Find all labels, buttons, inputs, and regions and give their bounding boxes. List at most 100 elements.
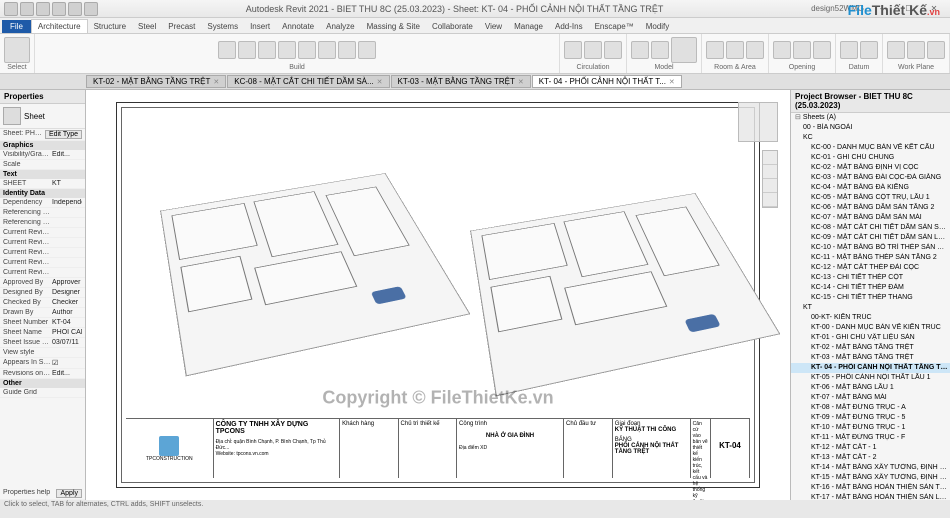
tab-analyze[interactable]: Analyze [320, 20, 360, 33]
qat-save-icon[interactable] [36, 2, 50, 16]
tree-item[interactable]: KC-06 - MẶT BẰNG DẦM SÀN TẦNG 2 [791, 203, 950, 213]
property-row[interactable]: Current Revisio... [0, 228, 85, 238]
property-row[interactable]: SHEETKT [0, 179, 85, 189]
tree-item[interactable]: KC-10 - MẶT BẰNG BỐ TRÍ THÉP SÀN TẦNG 1 [791, 243, 950, 253]
tab-collaborate[interactable]: Collaborate [426, 20, 479, 33]
tree-item[interactable]: 00 - BÌA NGOÀI [791, 123, 950, 133]
tree-item[interactable]: KT-16 - MẶT BẰNG HOÀN THIỆN SÀN TẦNG TRỆ… [791, 483, 950, 493]
property-row[interactable]: Appears In Shee...☑ [0, 358, 85, 369]
tree-item[interactable]: KC-13 - CHI TIẾT THÉP CỘT [791, 273, 950, 283]
tab-systems[interactable]: Systems [201, 20, 244, 33]
pan-icon[interactable] [763, 165, 777, 179]
property-row[interactable]: Scale [0, 160, 85, 170]
model-line-button[interactable] [651, 41, 669, 59]
tab-architecture[interactable]: Architecture [31, 19, 88, 33]
section-graphics[interactable]: Graphics [0, 141, 85, 150]
tree-item[interactable]: KT- 04 - PHỐI CẢNH NỘI THẤT TẦNG TRỆT [791, 363, 950, 373]
modify-button[interactable] [4, 37, 30, 63]
property-row[interactable]: Current Revisio... [0, 258, 85, 268]
tree-item[interactable]: KT-02 - MẶT BẰNG TẦNG TRỆT [791, 343, 950, 353]
property-row[interactable]: Drawn ByAuthor [0, 308, 85, 318]
edit-type-button[interactable]: Edit Type [45, 130, 82, 139]
ramp-button[interactable] [584, 41, 602, 59]
tree-item[interactable]: KT-15 - MẶT BẰNG XÂY TƯỜNG, ĐỊNH VỊ CỦA … [791, 473, 950, 483]
zoom-icon[interactable] [763, 179, 777, 193]
tree-item[interactable]: KC-05 - MẶT BẰNG CỘT TRỤ, LẦU 1 [791, 193, 950, 203]
tree-item[interactable]: KC-04 - MẶT BẰNG ĐÁ KIẾNG [791, 183, 950, 193]
tab-view[interactable]: View [479, 20, 508, 33]
section-other[interactable]: Other [0, 379, 85, 388]
tree-item[interactable]: KC-01 - GHI CHÚ CHUNG [791, 153, 950, 163]
tab-steel[interactable]: Steel [132, 20, 162, 33]
grid-button[interactable] [860, 41, 878, 59]
tree-item[interactable]: KC-07 - MẶT BẰNG DẦM SÀN MÁI [791, 213, 950, 223]
shaft-button[interactable] [793, 41, 811, 59]
floor-button[interactable] [358, 41, 376, 59]
ref-plane-button[interactable] [927, 41, 945, 59]
section-identity[interactable]: Identity Data [0, 189, 85, 198]
drawing-canvas[interactable]: TPCONSTRUCTION CÔNG TY TNHH XÂY DỰNG TPC… [86, 90, 790, 500]
tree-item[interactable]: KT-08 - MẶT ĐỨNG TRỤC - A [791, 403, 950, 413]
model-group-button[interactable] [671, 37, 697, 63]
wall-opening-button[interactable] [813, 41, 831, 59]
expander-icon[interactable]: ⊟ [795, 114, 801, 121]
qat-print-icon[interactable] [84, 2, 98, 16]
property-row[interactable]: Sheet NumberKT-04 [0, 318, 85, 328]
doc-tab[interactable]: KC-08 - MẶT CẮT CHI TIẾT DẦM SÀ...✕ [227, 75, 389, 88]
tree-item[interactable]: KC-11 - MẶT BẰNG THÉP SÀN TẦNG 2 [791, 253, 950, 263]
property-row[interactable]: Current Revisio... [0, 238, 85, 248]
property-row[interactable]: Referencing She... [0, 208, 85, 218]
tree-item[interactable]: KT-13 - MẶT CẮT - 2 [791, 453, 950, 463]
tree-item[interactable]: KC-03 - MẶT BẰNG ĐÁI CỌC-ĐÁ GIẰNG [791, 173, 950, 183]
file-tab[interactable]: File [2, 20, 31, 33]
model-text-button[interactable] [631, 41, 649, 59]
orbit-icon[interactable] [763, 193, 777, 207]
tree-item[interactable]: KC-02 - MẶT BẰNG ĐỊNH VỊ CỌC [791, 163, 950, 173]
tree-item[interactable]: KC-08 - MẶT CẮT CHI TIẾT DẦM SÀN SÀN MÁI… [791, 223, 950, 233]
area-button[interactable] [726, 41, 744, 59]
door-button[interactable] [238, 41, 256, 59]
property-row[interactable]: Guide Grid [0, 388, 85, 398]
stair-button[interactable] [604, 41, 622, 59]
level-button[interactable] [840, 41, 858, 59]
tree-item[interactable]: KT [791, 303, 950, 313]
tree-item[interactable]: KT-10 - MẶT ĐỨNG TRỤC - 1 [791, 423, 950, 433]
tree-item[interactable]: KT-01 - GHI CHÚ VẬT LIỆU SÀN [791, 333, 950, 343]
floorplan-view-2[interactable] [470, 193, 780, 396]
qat-undo-icon[interactable] [52, 2, 66, 16]
tree-item[interactable]: KT-06 - MẶT BẰNG LẦU 1 [791, 383, 950, 393]
property-row[interactable]: Visibility/Graphi...Edit... [0, 150, 85, 160]
tree-item[interactable]: KC-12 - MẶT CẮT THÉP ĐÀI CỌC [791, 263, 950, 273]
tree-item[interactable]: KC-14 - CHI TIẾT THÉP ĐÀM [791, 283, 950, 293]
tab-massing[interactable]: Massing & Site [361, 20, 426, 33]
tab-enscape[interactable]: Enscape™ [589, 20, 640, 33]
room-button[interactable] [706, 41, 724, 59]
tree-item[interactable]: KT-07 - MẶT BẰNG MÁI [791, 393, 950, 403]
tree-root[interactable]: ⊟Sheets (A) [791, 113, 950, 123]
tree-item[interactable]: KT-03 - MẶT BẰNG TẦNG TRỆT [791, 353, 950, 363]
tree-item[interactable]: KC [791, 133, 950, 143]
view-cube[interactable] [738, 102, 778, 142]
tree-item[interactable]: KT-09 - MẶT ĐỨNG TRỤC - 5 [791, 413, 950, 423]
close-icon[interactable]: ✕ [213, 78, 219, 86]
titleblock[interactable]: TPCONSTRUCTION CÔNG TY TNHH XÂY DỰNG TPC… [126, 418, 750, 478]
tab-annotate[interactable]: Annotate [276, 20, 320, 33]
property-row[interactable]: Sheet Issue Date03/07/11 [0, 338, 85, 348]
property-row[interactable]: Current Revisio... [0, 248, 85, 258]
tab-precast[interactable]: Precast [162, 20, 201, 33]
properties-type-selector[interactable]: Sheet [0, 104, 85, 129]
tag-room-button[interactable] [746, 41, 764, 59]
window-button[interactable] [258, 41, 276, 59]
doc-tab[interactable]: KT-02 - MẶT BẰNG TẦNG TRỆT✕ [86, 75, 226, 88]
set-button[interactable] [887, 41, 905, 59]
tree-item[interactable]: KT-12 - MẶT CẮT - 1 [791, 443, 950, 453]
qat-revit-icon[interactable] [4, 2, 18, 16]
property-row[interactable]: Revisions on Sh...Edit... [0, 369, 85, 379]
property-row[interactable]: Current Revisio... [0, 268, 85, 278]
property-row[interactable]: Approved ByApprover [0, 278, 85, 288]
steering-wheel-icon[interactable] [763, 151, 777, 165]
tree-item[interactable]: KT-00 - DANH MỤC BẢN VẼ KIẾN TRÚC [791, 323, 950, 333]
tree-item[interactable]: KT-17 - MẶT BẰNG HOÀN THIỆN SÀN LẦU 1 [791, 493, 950, 500]
floorplan-view-1[interactable] [160, 173, 470, 376]
section-text[interactable]: Text [0, 170, 85, 179]
